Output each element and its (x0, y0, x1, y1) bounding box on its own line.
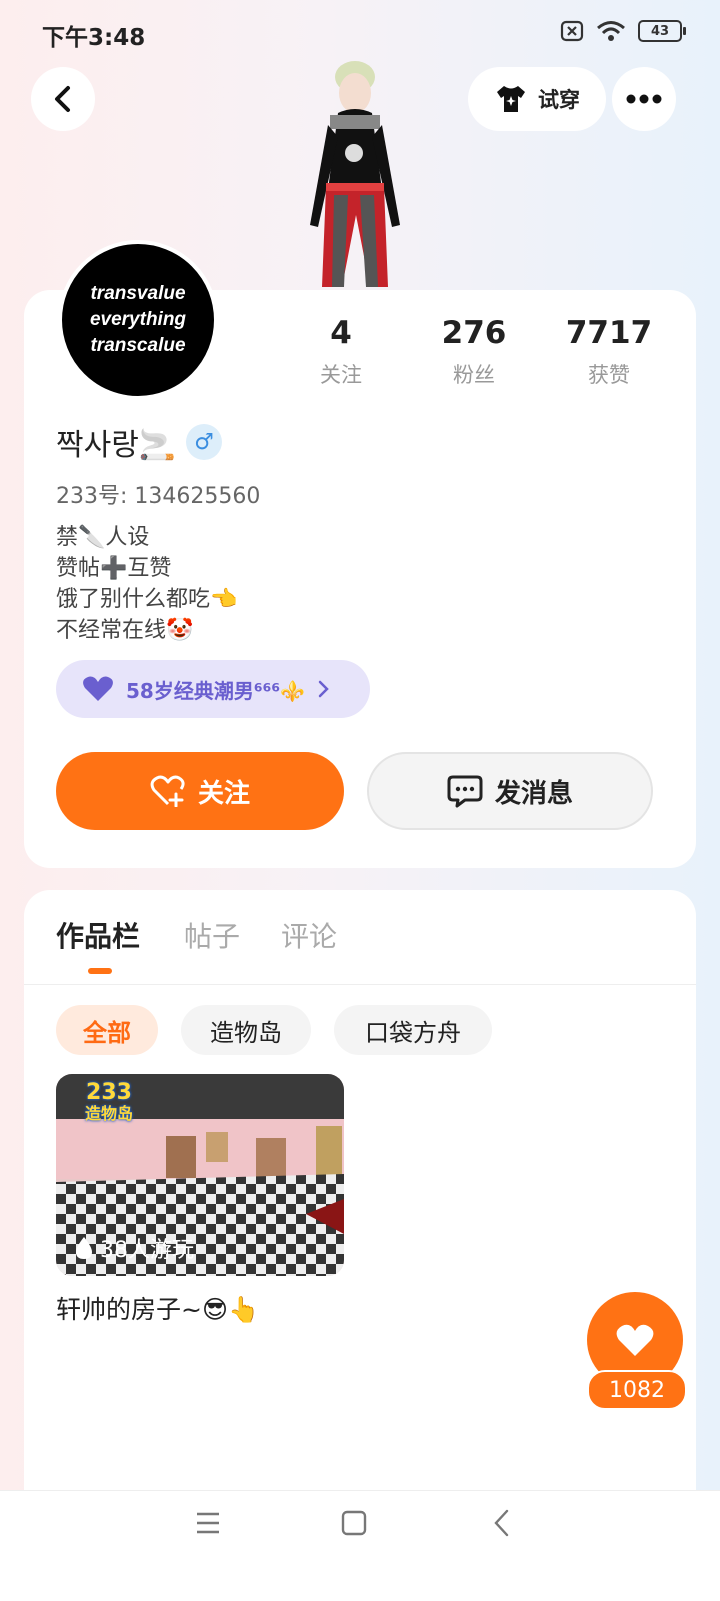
sim-off-icon (560, 20, 584, 42)
badge-line-2: 造物岛 (84, 1104, 133, 1123)
stat-following[interactable]: 4 关注 (291, 315, 391, 389)
droplet-icon (76, 1237, 92, 1259)
title-badge[interactable]: 58岁经典潮男⁶⁶⁶⚜️ (56, 660, 370, 718)
more-button[interactable] (612, 67, 676, 131)
more-dots-icon (626, 94, 662, 104)
follow-label: 关注 (197, 778, 250, 809)
chevron-right-icon (318, 680, 329, 698)
like-count: 1082 (587, 1370, 687, 1410)
work-title[interactable]: 轩帅的房子~😎👆 (56, 1290, 259, 1326)
stat-label: 关注 (320, 363, 362, 387)
tab-posts[interactable]: 帖子 (184, 915, 240, 955)
heart-plus-icon (150, 775, 185, 807)
system-nav-bar (0, 1490, 720, 1601)
stat-value: 4 (330, 315, 352, 351)
divider (24, 984, 696, 985)
heart-icon (83, 676, 113, 701)
filter-all[interactable]: 全部 (56, 1005, 158, 1055)
tab-comments[interactable]: 评论 (281, 915, 337, 955)
stat-value: 276 (441, 315, 507, 351)
status-time: 下午3:48 (42, 25, 146, 51)
profile-name: 짝사랑🚬 (56, 428, 177, 463)
tab-works[interactable]: 作品栏 (56, 915, 140, 955)
avatar-text-line: transvalue (90, 283, 186, 304)
stat-label: 粉丝 (453, 363, 495, 387)
back-nav-icon[interactable] (492, 1509, 510, 1537)
message-label: 发消息 (494, 778, 573, 809)
title-badge-label: 58岁经典潮男⁶⁶⁶⚜️ (126, 678, 306, 703)
bio-line: 饿了别什么都吃👈 (56, 587, 238, 612)
play-count-text: 38人游玩 (100, 1238, 194, 1263)
menu-icon[interactable] (195, 1511, 221, 1535)
user-id[interactable]: 233号: 134625560 (56, 478, 260, 510)
shirt-icon (497, 86, 525, 112)
home-icon[interactable] (341, 1510, 367, 1536)
stat-fans[interactable]: 276 粉丝 (424, 315, 524, 389)
creation-island-badge: 233 造物岛 (70, 1082, 148, 1132)
profile-name-row: 짝사랑🚬 ♂ (56, 420, 223, 464)
bio-line: 赞帖➕互赞 (56, 556, 172, 581)
filter-pocket-ark[interactable]: 口袋方舟 (334, 1005, 492, 1055)
stat-label: 获赞 (588, 363, 630, 387)
avatar-text-line: everything (89, 309, 187, 330)
tab-indicator (88, 968, 112, 974)
message-button[interactable]: 发消息 (367, 752, 653, 830)
bio-line: 不经常在线🤡 (56, 618, 194, 643)
bio: 禁🔪人设 赞帖➕互赞 饿了别什么都吃👈 不经常在线🤡 (56, 522, 237, 646)
stat-likes[interactable]: 7717 获赞 (559, 315, 659, 389)
status-icons: 43 (560, 20, 686, 42)
battery-icon: 43 (638, 20, 686, 42)
male-gender-icon: ♂ (186, 424, 223, 460)
filter-creation-island[interactable]: 造物岛 (181, 1005, 311, 1055)
heart-icon (616, 1324, 654, 1356)
battery-level: 43 (650, 23, 670, 39)
tryon-label: 试穿 (538, 88, 580, 112)
avatar-character (290, 55, 420, 290)
back-button[interactable] (31, 67, 95, 131)
play-count: 38人游玩 (74, 1232, 194, 1264)
badge-line-1: 233 (86, 1080, 132, 1105)
follow-button[interactable]: 关注 (56, 752, 344, 830)
avatar-text-line: transcalue (90, 335, 186, 356)
tryon-button[interactable]: 试穿 (468, 67, 606, 131)
wifi-icon (597, 21, 625, 41)
chevron-left-icon (55, 86, 70, 112)
chat-icon (447, 775, 483, 808)
avatar[interactable]: transvalue everything transcalue (58, 240, 218, 400)
bio-line: 禁🔪人设 (56, 525, 150, 550)
stat-value: 7717 (565, 315, 653, 351)
